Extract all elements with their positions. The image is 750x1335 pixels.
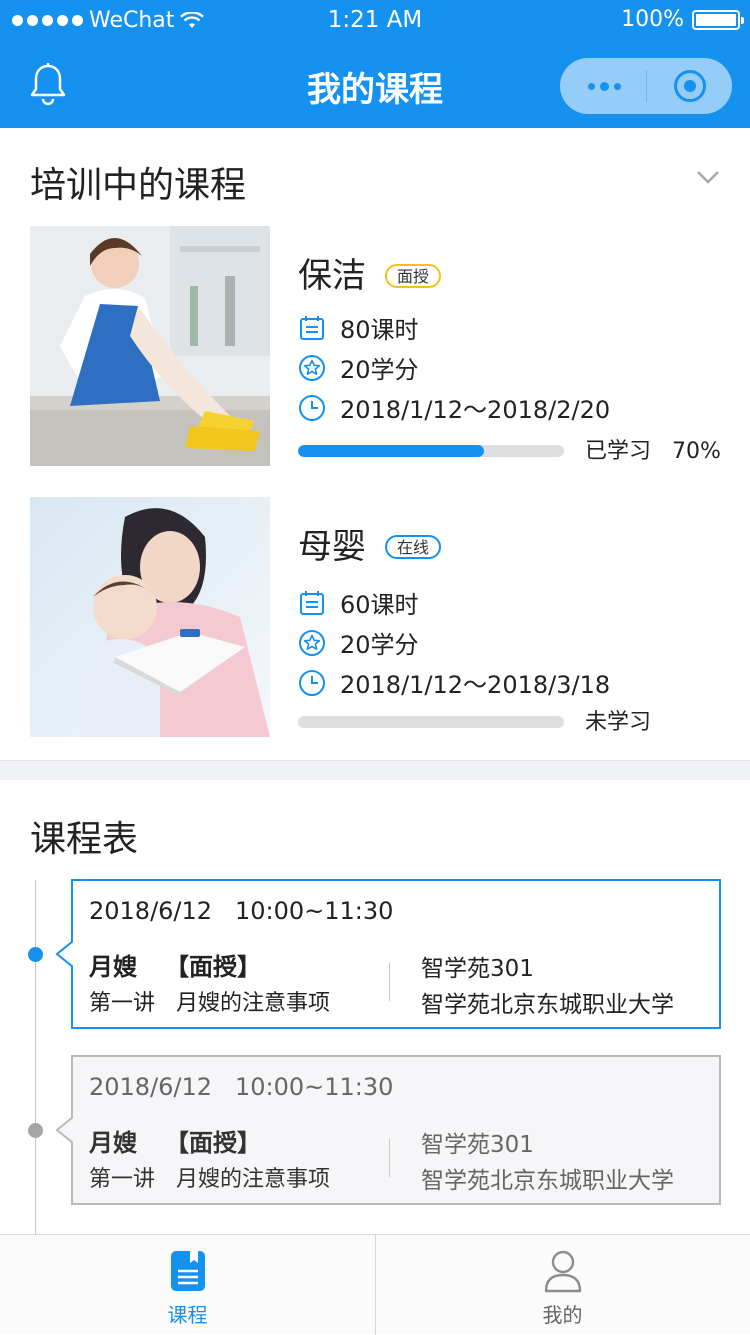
more-dots-icon[interactable] [584, 72, 624, 100]
battery-icon [692, 9, 744, 30]
schedule-room: 智学苑301 [421, 1132, 534, 1158]
tab-course[interactable]: 课程 [0, 1235, 375, 1335]
credits-text: 20学分 [340, 356, 419, 384]
battery-status: 100% [621, 7, 744, 32]
course-name: 母婴 [298, 527, 366, 567]
course-tag: 面授 [385, 264, 442, 288]
section-divider [0, 760, 750, 780]
period-text: 2018/1/12～2018/2/20 [340, 396, 611, 424]
section-title-training: 培训中的课程 [30, 165, 247, 206]
schedule-card[interactable]: 2018/6/12 10:00~11:30 月嫂 【面授】 第一讲 月嫂的注意事… [56, 879, 721, 1029]
tab-mine[interactable]: 我的 [375, 1235, 750, 1335]
schedule-school: 智学苑北京东城职业大学 [421, 1168, 674, 1194]
course-credits: 20学分 [298, 350, 419, 385]
course-hours: 80课时 [298, 310, 419, 345]
schedule-lecture: 第一讲 月嫂的注意事项 [89, 991, 330, 1016]
top-bar: WeChat 1:21 AM 100% 我的课程 [0, 0, 750, 128]
tab-label-mine: 我的 [542, 1303, 583, 1327]
cleaning-photo [30, 226, 270, 466]
capsule-divider [646, 70, 647, 102]
schedule-school: 智学苑北京东城职业大学 [421, 992, 674, 1018]
status-bar: WeChat 1:21 AM 100% [0, 0, 750, 40]
schedule-card[interactable]: 2018/6/12 10:00~11:30 月嫂 【面授】 第一讲 月嫂的注意事… [56, 1055, 721, 1205]
course-credits: 20学分 [298, 625, 419, 660]
schedule-datetime: 2018/6/12 10:00~11:30 [89, 897, 394, 925]
course-book-icon [171, 1251, 205, 1291]
course-card[interactable]: 保洁 面授 80课时 20学分 2018/1/12～2018/2/20 已学习 … [30, 226, 730, 466]
card-pointer [56, 941, 73, 967]
battery-percent: 100% [621, 7, 684, 32]
bottom-tab-bar: 课程 我的 [0, 1234, 750, 1335]
course-period: 2018/1/12～2018/2/20 [298, 390, 610, 425]
schedule-course: 月嫂 [89, 953, 137, 981]
card-divider [389, 963, 390, 1001]
schedule-section: 课程表 2018/6/12 10:00~11:30 月嫂 【面授】 第一讲 月嫂… [0, 780, 750, 1240]
tab-label-course: 课程 [167, 1303, 208, 1327]
section-title-schedule: 课程表 [30, 819, 139, 860]
course-name: 保洁 [298, 256, 366, 296]
card-pointer [56, 1117, 73, 1143]
course-hours: 60课时 [298, 585, 419, 620]
mini-program-capsule [560, 58, 732, 114]
progress-bar [298, 445, 564, 457]
mother-baby-photo [30, 497, 270, 737]
schedule-type: 【面授】 [165, 1129, 261, 1157]
schedule-room: 智学苑301 [421, 956, 534, 982]
calendar-list-icon [300, 590, 324, 615]
training-courses-section: 培训中的课程 保洁 面授 80课时 20学分 2018/1/12～2018/2/… [0, 128, 750, 760]
timeline-line [35, 880, 36, 1240]
clock-icon [299, 394, 325, 421]
credits-text: 20学分 [340, 631, 419, 659]
star-circle-icon [299, 354, 325, 381]
progress-fill [298, 445, 485, 457]
period-text: 2018/1/12～2018/3/18 [340, 671, 611, 699]
course-period: 2018/1/12～2018/3/18 [298, 665, 610, 700]
schedule-type: 【面授】 [165, 953, 261, 981]
timeline-dot-inactive [28, 1123, 43, 1138]
timeline-dot-active [28, 947, 43, 962]
close-target-icon[interactable] [674, 70, 706, 102]
card-divider [389, 1139, 390, 1177]
clock-icon [299, 669, 325, 696]
progress-text: 未学习 [585, 710, 652, 735]
progress-text: 已学习 70% [585, 439, 721, 464]
schedule-course: 月嫂 [89, 1129, 137, 1157]
course-card[interactable]: 母婴 在线 60课时 20学分 2018/1/12～2018/3/18 未学习 [30, 497, 730, 737]
star-circle-icon [299, 629, 325, 656]
hours-text: 80课时 [340, 316, 419, 344]
user-profile-icon [544, 1250, 582, 1293]
progress-bar [298, 716, 564, 728]
schedule-lecture: 第一讲 月嫂的注意事项 [89, 1167, 330, 1192]
calendar-list-icon [300, 315, 324, 340]
course-tag: 在线 [385, 535, 442, 559]
schedule-datetime: 2018/6/12 10:00~11:30 [89, 1073, 394, 1101]
hours-text: 60课时 [340, 591, 419, 619]
chevron-down-icon[interactable] [696, 170, 720, 184]
